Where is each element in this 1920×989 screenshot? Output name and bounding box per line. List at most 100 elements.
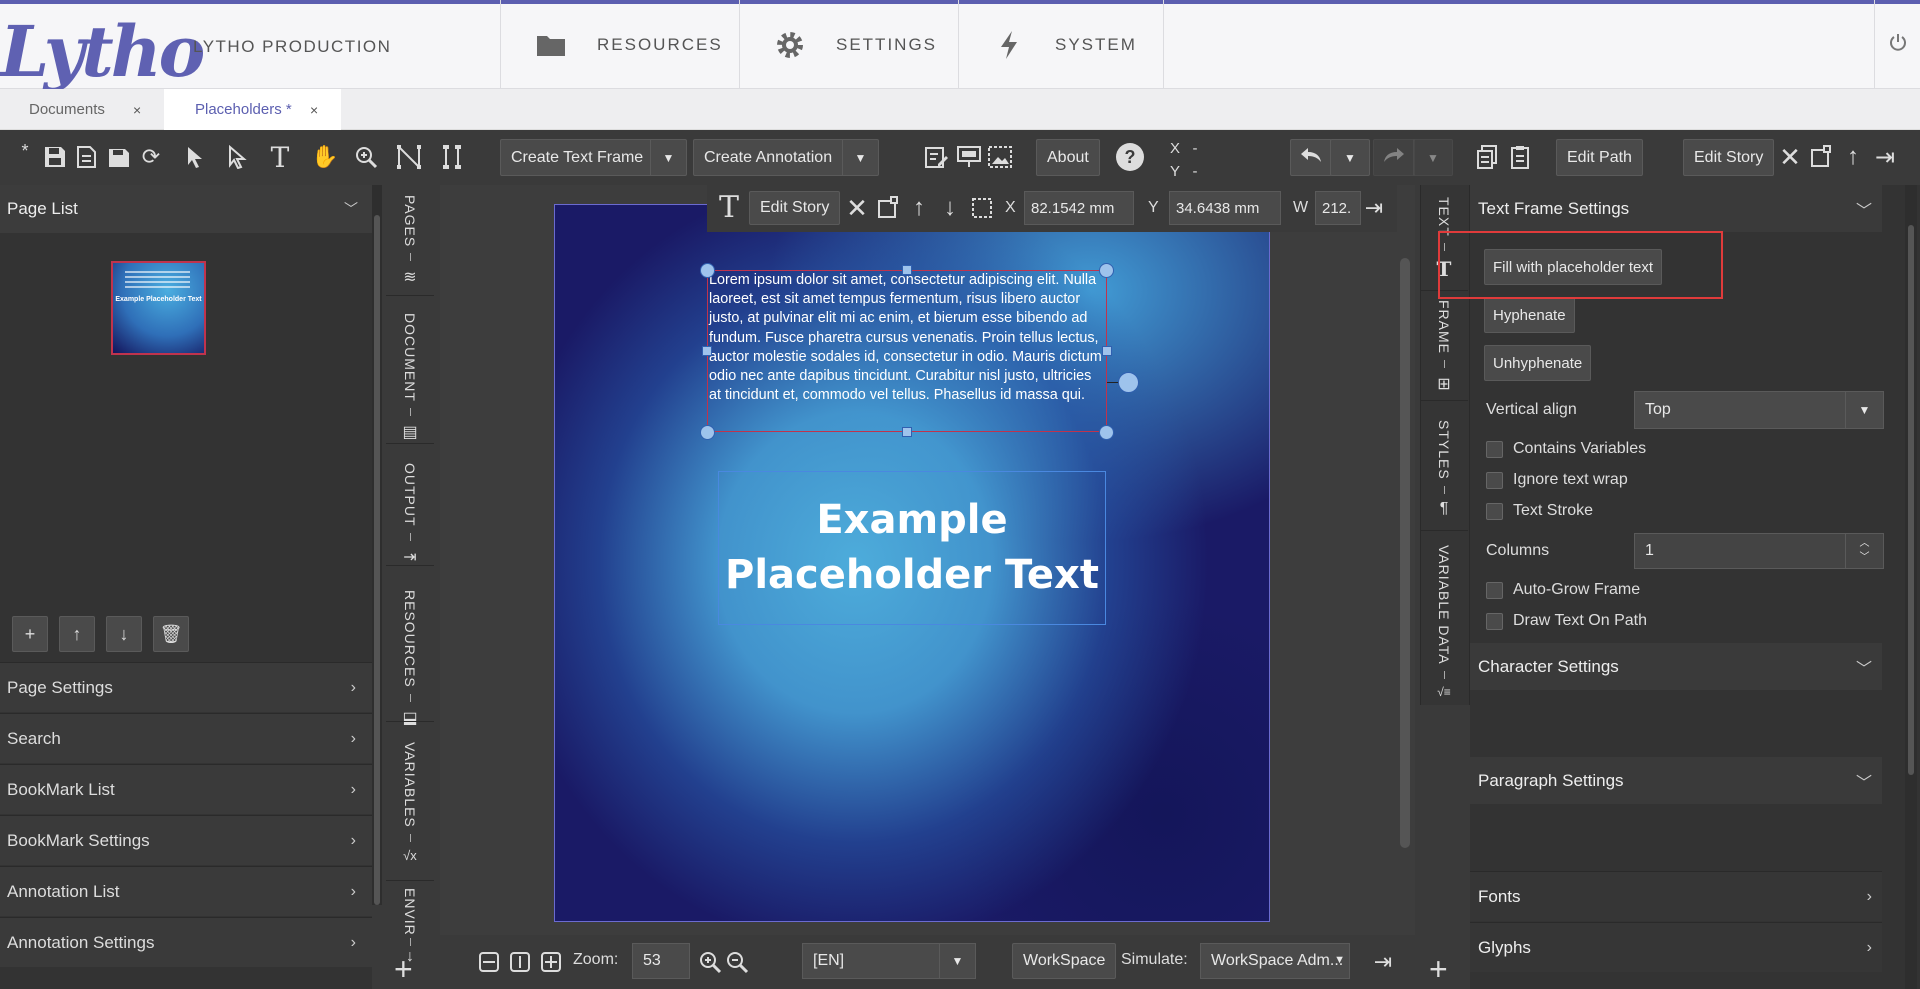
lorem-text[interactable]: Lorem ipsum dolor sit amet, consectetur … [709,271,1107,405]
checkbox-box[interactable] [1486,440,1503,458]
simulate-select[interactable]: WorkSpace Adm... ▼ [1200,943,1350,979]
zoom-out-icon[interactable] [722,947,752,977]
draw-text-on-path-checkbox[interactable]: Draw Text On Path [1486,612,1647,630]
nav-system[interactable]: SYSTEM [958,0,1164,89]
redo-history-button[interactable]: ▼ [1413,139,1453,176]
language-select[interactable]: [EN] ▼ [802,943,976,979]
accordion-annotation-list[interactable]: Annotation List › [0,866,372,916]
accordion-annotation-settings[interactable]: Annotation Settings › [0,917,372,967]
resize-handle[interactable] [700,425,715,440]
checkbox-box[interactable] [1486,581,1503,599]
vtab-styles[interactable]: STYLES ¶ [1420,420,1468,518]
chevron-down-icon[interactable]: ▼ [650,140,686,175]
add-panel-icon[interactable]: + [1429,953,1448,985]
edit-path-button[interactable]: Edit Path [1556,139,1643,176]
edit-document-icon[interactable] [921,142,951,172]
workspace-button[interactable]: WorkSpace [1012,943,1117,979]
text-tool-icon[interactable]: T [265,141,295,174]
ignore-text-wrap-checkbox[interactable]: Ignore text wrap [1486,471,1628,489]
frame-bounds-icon[interactable] [873,193,903,223]
placeholder-text-frame[interactable]: Example Placeholder Text [718,471,1106,625]
unhyphenate-button[interactable]: Unhyphenate [1484,345,1592,381]
canvas-scrollbar[interactable] [1400,258,1410,848]
accordion-bookmark-list[interactable]: BookMark List › [0,764,372,814]
hyphenate-button[interactable]: Hyphenate [1484,297,1575,333]
ctx-w-input[interactable]: 212. [1315,191,1361,225]
columns-stepper[interactable]: 1 ︿ ﹀ [1634,533,1884,569]
paste-page-icon[interactable] [1505,142,1535,172]
select-tool-icon[interactable] [180,142,210,172]
tab-placeholders[interactable]: Placeholders * × [164,89,341,130]
checkbox-box[interactable] [1486,612,1503,630]
about-button[interactable]: About [1036,139,1100,176]
vtab-pages[interactable]: PAGES ≋ [386,195,434,287]
vtab-resources[interactable]: RESOURCES ⬓ [386,590,434,728]
ctx-y-input[interactable]: 34.6438 mm [1169,191,1281,225]
copy-page-icon[interactable] [1472,142,1502,172]
column-tool-icon[interactable] [437,142,467,172]
vertical-align-select[interactable]: Top ▼ [1634,391,1884,429]
delete-frame-icon[interactable]: ✕ [1775,142,1805,172]
vtab-frame[interactable]: FRAME ⊞ [1420,300,1468,394]
send-backward-icon[interactable]: ↓ [935,193,965,223]
nav-settings[interactable]: SETTINGS [739,0,959,89]
frame-select-icon[interactable] [967,193,997,223]
edit-story-button[interactable]: Edit Story [1683,139,1775,176]
move-page-up-button[interactable]: ↑ [59,616,95,652]
vtab-variable-data[interactable]: VARIABLE DATA √≡ [1420,545,1468,699]
nav-resources[interactable]: RESOURCES [500,0,740,89]
resize-handle[interactable] [1099,425,1114,440]
add-page-button[interactable]: + [12,616,48,652]
resize-handle[interactable] [702,346,712,356]
save-all-icon[interactable] [104,142,134,172]
vtab-variables[interactable]: VARIABLES √x [386,742,434,863]
create-text-frame-button[interactable]: Create Text Frame ▼ [500,139,687,176]
zoom-tool-icon[interactable] [351,142,381,172]
glyphs-header[interactable]: Glyphs › [1470,922,1882,972]
contains-variables-checkbox[interactable]: Contains Variables [1486,440,1646,458]
checkbox-box[interactable] [1486,502,1503,520]
paragraph-settings-header[interactable]: Paragraph Settings ﹀ [1470,757,1882,804]
undo-button[interactable] [1290,139,1332,176]
auto-grow-frame-checkbox[interactable]: Auto-Grow Frame [1486,581,1640,599]
rotation-handle[interactable] [1118,372,1139,393]
image-frame-icon[interactable] [985,142,1015,172]
accordion-bookmark-settings[interactable]: BookMark Settings › [0,815,372,865]
direct-select-icon[interactable] [222,142,252,172]
more-fields-icon[interactable]: ⇥ [1359,193,1389,223]
selected-text-frame[interactable]: Lorem ipsum dolor sit amet, consectetur … [707,270,1107,432]
accordion-page-settings[interactable]: Page Settings › [0,662,372,712]
zoom-in-icon[interactable] [695,947,725,977]
frame-bounds-icon[interactable] [1806,142,1836,172]
hand-tool-icon[interactable]: ✋ [310,142,340,172]
fit-width-icon[interactable] [474,947,504,977]
save-as-icon[interactable] [72,142,102,172]
resize-handle[interactable] [1099,263,1114,278]
save-icon[interactable] [40,142,70,172]
delete-frame-icon[interactable]: ✕ [842,193,872,223]
move-page-down-button[interactable]: ↓ [106,616,142,652]
vtab-document[interactable]: DOCUMENT ▤ [386,313,434,442]
resize-handle[interactable] [700,263,715,278]
preview-icon[interactable] [954,142,984,172]
power-button[interactable] [1874,0,1920,89]
stepper-arrows-icon[interactable]: ︿ ﹀ [1845,534,1883,568]
text-stroke-checkbox[interactable]: Text Stroke [1486,502,1593,520]
checkbox-box[interactable] [1486,471,1503,489]
redo-button[interactable] [1373,139,1415,176]
align-right-icon[interactable]: ⇥ [1870,142,1900,172]
delete-page-button[interactable]: 🗑 [153,616,189,652]
close-icon[interactable]: × [310,102,318,118]
chevron-down-icon[interactable]: ▼ [842,140,878,175]
accordion-search[interactable]: Search › [0,713,372,763]
vtab-output[interactable]: OUTPUT ⇥ [386,463,434,567]
bring-forward-icon[interactable]: ↑ [1838,142,1868,172]
text-frame-settings-header[interactable]: Text Frame Settings ﹀ [1470,185,1882,232]
fit-height-icon[interactable] [505,947,535,977]
undo-history-button[interactable]: ▼ [1330,139,1370,176]
tab-documents[interactable]: Documents × [0,89,164,130]
path-tool-icon[interactable] [394,142,424,172]
ctx-edit-story-button[interactable]: Edit Story [749,191,841,225]
fonts-header[interactable]: Fonts › [1470,871,1882,921]
fit-page-icon[interactable] [536,947,566,977]
